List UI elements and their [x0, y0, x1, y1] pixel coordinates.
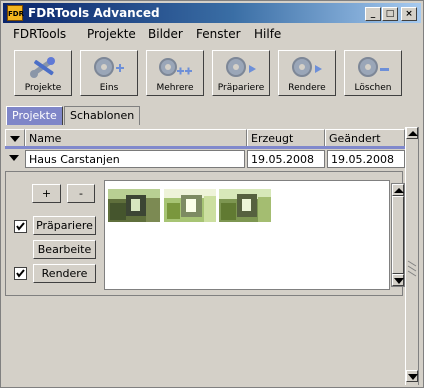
menu-projekte[interactable]: Projekte	[87, 27, 136, 41]
menu-hilfe-label: Hilfe	[254, 27, 282, 41]
check-icon	[16, 269, 25, 278]
table-row[interactable]: Haus Carstanjen 19.05.2008 19.05.2008	[5, 150, 405, 168]
app-icon: FDR	[7, 5, 24, 21]
tab-strip: Projekte Schablonen	[4, 105, 420, 125]
scroll-up-button[interactable]	[392, 184, 404, 196]
chevron-down-icon	[394, 278, 404, 284]
building-photo-dark	[108, 189, 160, 222]
chevron-down-icon	[9, 155, 19, 161]
window-title: FDRTools Advanced	[28, 6, 160, 20]
app-window: FDR FDRTools Advanced _ □ × FDRTools Pro…	[0, 0, 424, 388]
chevron-down-icon	[10, 136, 20, 142]
toolbar: Projekte Eins Mehrere Präpariere Rendere…	[3, 44, 421, 102]
mehrere-tool-label: Mehrere	[156, 83, 194, 93]
menu-fenster-label: Fenster	[196, 27, 241, 41]
project-name-field[interactable]: Haus Carstanjen	[25, 150, 245, 168]
praepariere-tool-button[interactable]: Präpariere	[212, 50, 270, 96]
projekte-tool-button[interactable]: Projekte	[14, 50, 72, 96]
mehrere-tool-button[interactable]: Mehrere	[146, 50, 204, 96]
splitter-grip-icon	[407, 260, 417, 277]
gear-plusplus-icon	[159, 58, 192, 76]
title-bar[interactable]: FDR FDRTools Advanced _ □ ×	[3, 3, 421, 23]
scroll-down-button[interactable]	[406, 370, 418, 382]
tab-schablonen[interactable]: Schablonen	[64, 106, 141, 125]
menu-hilfe[interactable]: Hilfe	[254, 27, 281, 41]
eins-tool-button[interactable]: Eins	[80, 50, 138, 96]
project-detail-panel: + - Präpariere Bearbeite Rendere	[5, 171, 405, 296]
praepariere-tool-label: Präpariere	[217, 83, 265, 93]
projekte-tool-label: Projekte	[24, 83, 62, 93]
menu-bilder[interactable]: Bilder	[148, 27, 183, 41]
close-button[interactable]: ×	[401, 7, 417, 21]
add-image-button[interactable]: +	[32, 184, 61, 203]
render-button[interactable]: Rendere	[33, 264, 96, 283]
menu-bar: FDRTools Projekte Bilder Fenster Hilfe	[3, 24, 421, 43]
prepare-checkbox[interactable]	[14, 220, 27, 233]
project-list-empty-area	[5, 299, 403, 385]
gear-play-icon	[226, 57, 256, 77]
check-icon	[16, 222, 25, 231]
menu-projekte-label: Projekte	[87, 27, 136, 41]
gear-minus-icon	[358, 57, 389, 77]
gear-plus-icon	[94, 57, 124, 77]
loeschen-tool-label: Löschen	[354, 83, 392, 93]
right-vertical-scrollbar[interactable]	[405, 127, 419, 385]
prepare-button[interactable]: Präpariere	[33, 216, 96, 235]
thumbnail-scrollbar[interactable]	[391, 183, 405, 287]
building-photo-medium	[219, 189, 271, 222]
created-date-cell: 19.05.2008	[247, 150, 325, 168]
chevron-up-icon	[394, 188, 404, 193]
edit-button[interactable]: Bearbeite	[33, 240, 96, 259]
rendere-tool-button[interactable]: Rendere	[278, 50, 336, 96]
eins-tool-label: Eins	[99, 83, 119, 93]
scroll-thumb[interactable]	[392, 196, 404, 274]
maximize-button[interactable]: □	[382, 7, 398, 21]
chevron-down-icon	[408, 374, 418, 380]
tools-icon	[30, 57, 55, 78]
tab-projekte[interactable]: Projekte	[6, 106, 63, 125]
menu-fenster[interactable]: Fenster	[196, 27, 241, 41]
row-expand-button[interactable]	[5, 150, 25, 168]
image-thumbnail[interactable]	[108, 189, 160, 222]
loeschen-tool-button[interactable]: Löschen	[344, 50, 402, 96]
image-thumbnail[interactable]	[164, 189, 216, 222]
modified-date-cell: 19.05.2008	[327, 150, 405, 168]
image-thumbnail-area	[104, 180, 405, 290]
chevron-up-icon	[408, 131, 418, 136]
image-thumbnail[interactable]	[219, 189, 271, 222]
render-checkbox[interactable]	[14, 267, 27, 280]
scroll-down-button[interactable]	[392, 274, 404, 286]
menu-bilder-label: Bilder	[148, 27, 183, 41]
gear-play-icon	[292, 57, 322, 77]
menu-fdrtools-label: FDRTools	[13, 27, 67, 41]
header-selection-bar	[5, 146, 405, 149]
scroll-up-button[interactable]	[406, 127, 418, 139]
rendere-tool-label: Rendere	[288, 83, 326, 93]
building-photo-light	[164, 189, 216, 222]
remove-image-button[interactable]: -	[67, 184, 95, 203]
menu-fdrtools[interactable]: FDRTools	[13, 27, 66, 41]
minimize-button[interactable]: _	[365, 7, 381, 21]
